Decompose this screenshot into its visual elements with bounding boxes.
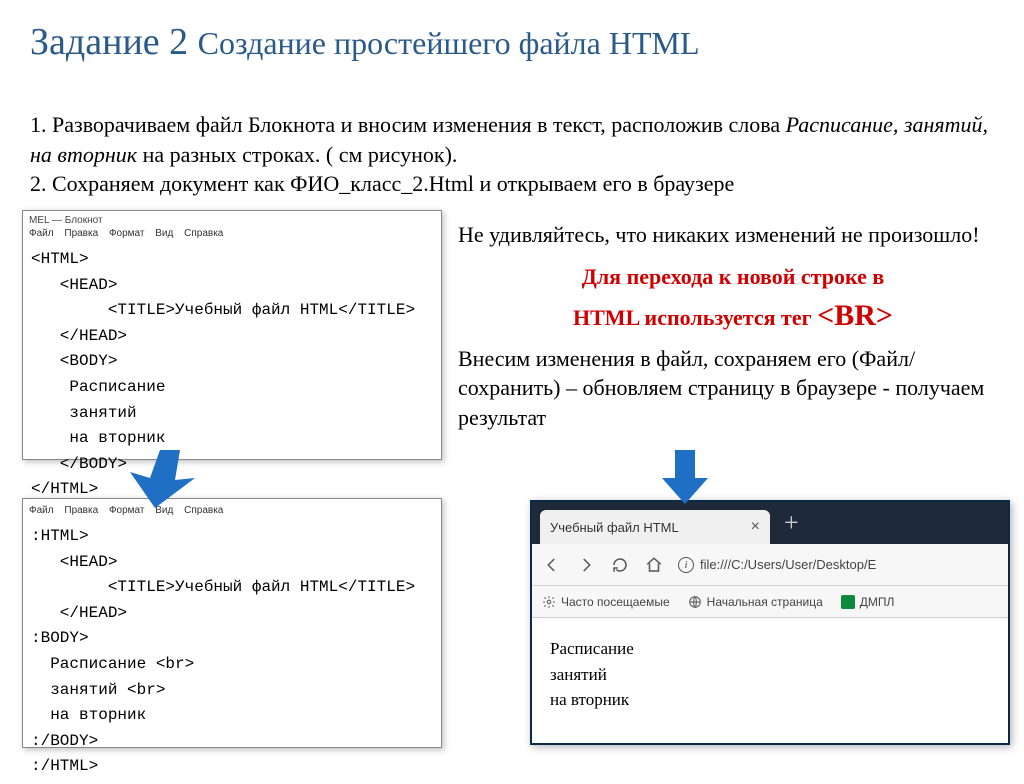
notepad-menu: Файл Правка Формат Вид Справка: [23, 228, 441, 243]
browser-tabbar: Учебный файл HTML × +: [532, 502, 1008, 544]
menu-view-2: Вид: [155, 505, 173, 516]
browser-window: Учебный файл HTML × + i file:///C:/Users…: [530, 500, 1010, 745]
menu-format-2: Формат: [109, 505, 145, 516]
back-icon[interactable]: [542, 555, 562, 575]
menu-file: Файл: [29, 228, 54, 239]
slide-title: Задание 2 Создание простейшего файла HTM…: [30, 20, 700, 64]
info-icon: i: [678, 557, 694, 573]
close-icon[interactable]: ×: [751, 518, 760, 536]
bookmark-start[interactable]: Начальная страница: [688, 595, 823, 609]
notepad-content-2: :HTML> <HEAD> <TITLE>Учебный файл HTML</…: [23, 520, 441, 784]
globe-icon: [688, 595, 702, 609]
address-bar[interactable]: i file:///C:/Users/User/Desktop/E: [678, 557, 998, 573]
bookmark-label-1: Часто посещаемые: [561, 595, 670, 609]
menu-edit: Правка: [64, 228, 98, 239]
url-text: file:///C:/Users/User/Desktop/E: [700, 557, 876, 572]
bookmarks-bar: Часто посещаемые Начальная страница ДМПЛ: [532, 586, 1008, 618]
instr-line1-b: на разных строках. ( см рисунок).: [137, 142, 457, 167]
menu-help: Справка: [184, 228, 223, 239]
notepad-window-2: Файл Правка Формат Вид Справка :HTML> <H…: [22, 498, 442, 748]
bookmark-label-2: Начальная страница: [707, 595, 823, 609]
green-square-icon: [841, 595, 855, 609]
bookmark-label-3: ДМПЛ: [860, 595, 895, 609]
browser-toolbar: i file:///C:/Users/User/Desktop/E: [532, 544, 1008, 586]
title-prefix: Задание 2: [30, 21, 198, 63]
forward-icon[interactable]: [576, 555, 596, 575]
menu-view: Вид: [155, 228, 173, 239]
right-column: Не удивляйтесь, что никаких изменений не…: [458, 220, 1008, 433]
content-line-3: на вторник: [550, 687, 990, 713]
changes-text: Внесим изменения в файл, сохраняем его (…: [458, 344, 1008, 433]
red-line2a: HTML используется тег: [573, 305, 817, 330]
new-tab-button[interactable]: +: [784, 508, 799, 538]
gear-icon: [542, 595, 556, 609]
content-line-1: Расписание: [550, 636, 990, 662]
instr-line1-a: 1. Разворачиваем файл Блокнота и вносим …: [30, 112, 786, 137]
browser-tab[interactable]: Учебный файл HTML ×: [540, 510, 770, 544]
title-main: Создание простейшего файла HTML: [198, 25, 700, 61]
browser-content: Расписание занятий на вторник: [532, 618, 1008, 731]
red-line2b: <BR>: [817, 299, 893, 332]
reload-icon[interactable]: [610, 555, 630, 575]
notepad-content-1: <HTML> <HEAD> <TITLE>Учебный файл HTML</…: [23, 243, 441, 507]
notepad-menu-2: Файл Правка Формат Вид Справка: [23, 499, 441, 520]
red-note: Для перехода к новой строке в HTML испол…: [458, 260, 1008, 338]
instr-line2: 2. Сохраняем документ как ФИО_класс_2.Ht…: [30, 171, 734, 196]
menu-help-2: Справка: [184, 505, 223, 516]
red-line1: Для перехода к новой строке в: [582, 264, 885, 289]
bookmark-frequent[interactable]: Часто посещаемые: [542, 595, 670, 609]
tab-title: Учебный файл HTML: [550, 520, 679, 535]
menu-edit-2: Правка: [64, 505, 98, 516]
menu-format: Формат: [109, 228, 145, 239]
instructions-block: 1. Разворачиваем файл Блокнота и вносим …: [30, 110, 990, 199]
surprise-text: Не удивляйтесь, что никаких изменений не…: [458, 220, 1008, 250]
home-icon[interactable]: [644, 555, 664, 575]
notepad-titlebar: MEL — Блокнот: [23, 211, 441, 228]
notepad-window-1: MEL — Блокнот Файл Правка Формат Вид Спр…: [22, 210, 442, 460]
bookmark-dmpl[interactable]: ДМПЛ: [841, 595, 895, 609]
menu-file-2: Файл: [29, 505, 54, 516]
content-line-2: занятий: [550, 662, 990, 688]
